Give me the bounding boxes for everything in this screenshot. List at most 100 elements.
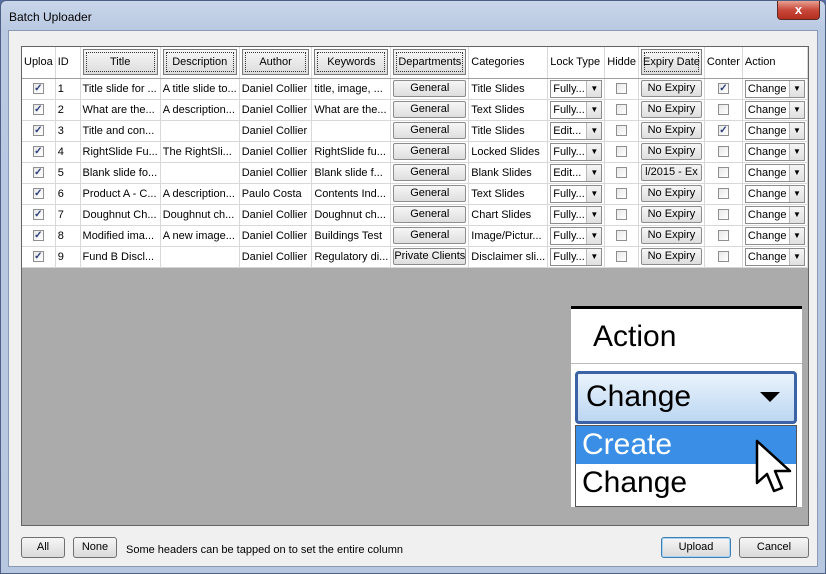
description-cell[interactable]: A new image... — [160, 225, 240, 247]
table-row[interactable]: ✓ 6 Product A - C... A description... Paulo … — [22, 183, 809, 205]
action-cell[interactable]: Change ▼ — [742, 246, 809, 268]
department-button[interactable]: General — [393, 143, 467, 160]
category-cell[interactable]: Title Slides — [468, 78, 549, 100]
department-button[interactable]: Private Clients — [393, 248, 467, 265]
department-cell[interactable]: General — [390, 99, 470, 121]
author-cell[interactable]: Daniel Collier — [239, 225, 313, 247]
content-cell[interactable]: ✓ — [704, 78, 743, 100]
lock-type-combo[interactable]: Edit... ▼ — [550, 121, 603, 140]
content-checkbox[interactable] — [717, 146, 729, 158]
expiry-button[interactable]: No Expiry — [641, 122, 702, 139]
action-cell[interactable]: Change ▼ — [742, 204, 809, 226]
chevron-down-icon[interactable]: ▼ — [586, 164, 602, 181]
keywords-cell[interactable]: Doughnut ch... — [311, 204, 392, 226]
content-checkbox[interactable] — [717, 167, 729, 179]
keywords-cell[interactable]: Buildings Test — [311, 225, 392, 247]
hidden-cell[interactable] — [604, 225, 640, 247]
department-cell[interactable]: Private Clients — [390, 246, 470, 268]
action-cell[interactable]: Change ▼ — [742, 78, 809, 100]
author-cell[interactable]: Daniel Collier — [239, 162, 313, 184]
hidden-cell[interactable] — [604, 162, 640, 184]
table-row[interactable]: ✓ 2 What are the... A description... Daniel … — [22, 99, 809, 121]
department-button[interactable]: General — [393, 227, 467, 244]
action-cell[interactable]: Change ▼ — [742, 162, 809, 184]
upload-cell[interactable]: ✓ — [22, 78, 56, 100]
content-cell[interactable] — [704, 183, 743, 205]
department-cell[interactable]: General — [390, 204, 470, 226]
department-button[interactable]: General — [393, 164, 467, 181]
department-cell[interactable]: General — [390, 183, 470, 205]
col-departments-header[interactable]: Departments — [390, 47, 470, 79]
upload-cell[interactable]: ✓ — [22, 183, 56, 205]
content-checkbox[interactable] — [717, 251, 729, 263]
hidden-checkbox[interactable] — [616, 83, 628, 95]
hidden-cell[interactable] — [604, 246, 640, 268]
hidden-checkbox[interactable] — [616, 125, 628, 137]
hidden-cell[interactable] — [604, 78, 640, 100]
hidden-cell[interactable] — [604, 120, 640, 142]
lock-type-combo[interactable]: Fully... ▼ — [550, 100, 603, 119]
department-button[interactable]: General — [393, 206, 467, 223]
chevron-down-icon[interactable]: ▼ — [789, 122, 804, 139]
department-cell[interactable]: General — [390, 162, 470, 184]
expiry-cell[interactable]: No Expiry — [638, 183, 705, 205]
lock-type-combo[interactable]: Fully... ▼ — [550, 184, 603, 203]
title-header-button[interactable]: Title — [82, 49, 158, 76]
departments-header-button[interactable]: Departments — [393, 49, 467, 76]
title-cell[interactable]: What are the... — [80, 99, 161, 121]
content-cell[interactable] — [704, 162, 743, 184]
department-cell[interactable]: General — [390, 225, 470, 247]
content-cell[interactable] — [704, 141, 743, 163]
close-button[interactable]: x — [777, 1, 820, 20]
category-cell[interactable]: Image/Pictur... — [468, 225, 549, 247]
content-checkbox[interactable]: ✓ — [717, 125, 729, 137]
keywords-cell[interactable]: Blank slide f... — [311, 162, 392, 184]
upload-checkbox[interactable]: ✓ — [32, 188, 44, 200]
col-expiry-header[interactable]: Expiry Date — [638, 47, 705, 79]
expiry-cell[interactable]: No Expiry — [638, 225, 705, 247]
lock-type-combo[interactable]: Fully... ▼ — [550, 226, 603, 245]
hidden-checkbox[interactable] — [616, 167, 628, 179]
action-cell[interactable]: Change ▼ — [742, 120, 809, 142]
lock-type-cell[interactable]: Fully... ▼ — [547, 99, 606, 121]
upload-checkbox[interactable]: ✓ — [32, 125, 44, 137]
hidden-cell[interactable] — [604, 183, 640, 205]
department-cell[interactable]: General — [390, 120, 470, 142]
hidden-cell[interactable] — [604, 99, 640, 121]
description-header-button[interactable]: Description — [162, 49, 237, 76]
title-cell[interactable]: RightSlide Fu... — [80, 141, 161, 163]
hidden-cell[interactable] — [604, 204, 640, 226]
action-combo[interactable]: Change ▼ — [744, 163, 805, 182]
category-cell[interactable]: Disclaimer sli... — [468, 246, 549, 268]
hidden-checkbox[interactable] — [616, 188, 628, 200]
lock-type-cell[interactable]: Fully... ▼ — [547, 204, 606, 226]
department-cell[interactable]: General — [390, 78, 470, 100]
lock-type-cell[interactable]: Fully... ▼ — [547, 78, 606, 100]
table-row[interactable]: ✓ 9 Fund B Discl... Daniel Collier Regulator… — [22, 246, 809, 268]
chevron-down-icon[interactable]: ▼ — [789, 227, 804, 244]
upload-cell[interactable]: ✓ — [22, 99, 56, 121]
title-cell[interactable]: Blank slide fo... — [80, 162, 161, 184]
title-cell[interactable]: Doughnut Ch... — [80, 204, 161, 226]
expiry-button[interactable]: No Expiry — [641, 143, 702, 160]
description-cell[interactable] — [160, 162, 240, 184]
chevron-down-icon[interactable]: ▼ — [789, 248, 804, 265]
col-keywords-header[interactable]: Keywords — [311, 47, 392, 79]
description-cell[interactable]: Doughnut ch... — [160, 204, 240, 226]
chevron-down-icon[interactable]: ▼ — [789, 80, 804, 97]
expiry-button[interactable]: l/2015 - Ex — [641, 164, 702, 181]
expiry-cell[interactable]: No Expiry — [638, 141, 705, 163]
action-cell[interactable]: Change ▼ — [742, 141, 809, 163]
action-combo[interactable]: Change ▼ — [744, 100, 805, 119]
lock-type-combo[interactable]: Fully... ▼ — [550, 247, 603, 266]
table-row[interactable]: ✓ 1 Title slide for ... A title slide to...… — [22, 78, 809, 100]
chevron-down-icon[interactable]: ▼ — [789, 143, 804, 160]
expiry-button[interactable]: No Expiry — [641, 80, 702, 97]
chevron-down-icon[interactable]: ▼ — [586, 185, 602, 202]
description-cell[interactable]: A description... — [160, 99, 240, 121]
upload-checkbox[interactable]: ✓ — [32, 230, 44, 242]
category-cell[interactable]: Locked Slides — [468, 141, 549, 163]
category-cell[interactable]: Chart Slides — [468, 204, 549, 226]
expiry-cell[interactable]: l/2015 - Ex — [638, 162, 705, 184]
zoom-action-combo[interactable]: Change — [575, 371, 797, 424]
